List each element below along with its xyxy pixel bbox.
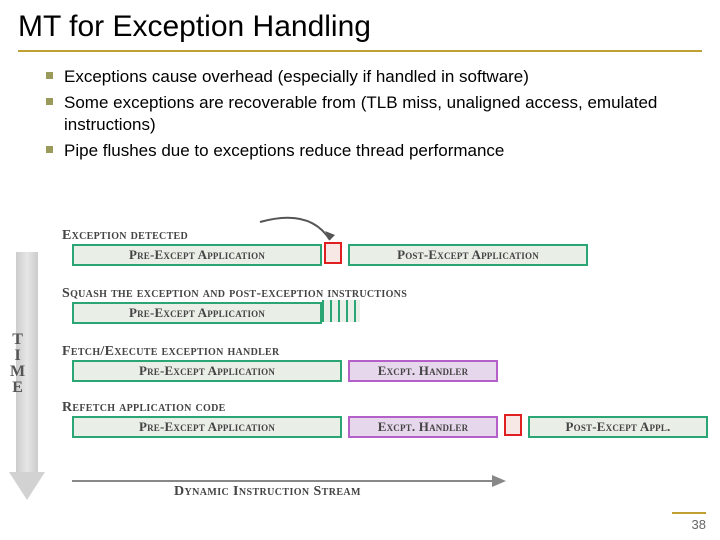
segment-text: Pre-Except Application [129,305,265,321]
segment-pre-application: Pre-Except Application [72,302,322,324]
pipeline-diagram: TIME Exception detected Pre-Except Appli… [10,228,710,508]
segment-text: Post-Except Appl. [565,419,670,435]
segment-text: Excpt. Handler [378,419,469,435]
segment-pre-application: Pre-Except Application [72,244,322,266]
segment-pre-application: Pre-Except Application [72,360,342,382]
dynamic-stream-arrow-icon [72,480,512,481]
title-underline [18,50,702,52]
segment-text: Pre-Except Application [139,363,275,379]
bullet-item: Pipe flushes due to exceptions reduce th… [46,140,698,162]
dynamic-stream-label: Dynamic Instruction Stream [174,484,361,500]
segment-text: Pre-Except Application [139,419,275,435]
segment-post-application: Post-Except Appl. [528,416,708,438]
page-number-rule [672,512,706,514]
bullet-item: Some exceptions are recoverable from (TL… [46,92,698,136]
slide-title: MT for Exception Handling [0,0,720,48]
segment-text: Post-Except Application [397,247,539,263]
segment-exception-handler: Excpt. Handler [348,360,498,382]
exception-marker-icon [504,414,522,436]
bullet-list: Exceptions cause overhead (especially if… [46,66,698,162]
page-number-wrap: 38 [672,512,706,532]
bullet-text: Exceptions cause overhead (especially if… [64,67,529,86]
bullet-square-icon [46,146,53,153]
exception-marker-icon [324,242,342,264]
stage-label: Exception detected [62,228,188,244]
bullet-text: Pipe flushes due to exceptions reduce th… [64,141,504,160]
segment-text: Pre-Except Application [129,247,265,263]
bullet-text: Some exceptions are recoverable from (TL… [64,93,657,134]
bullet-square-icon [46,98,53,105]
time-axis-label: TIME [10,332,25,396]
segment-post-application: Post-Except Application [348,244,588,266]
bullet-item: Exceptions cause overhead (especially if… [46,66,698,88]
stage-label: Refetch application code [62,400,226,416]
bullet-square-icon [46,72,53,79]
page-number: 38 [672,517,706,532]
segment-exception-handler: Excpt. Handler [348,416,498,438]
segment-squash-stripes [322,300,360,322]
segment-pre-application: Pre-Except Application [72,416,342,438]
segment-text: Excpt. Handler [378,363,469,379]
stage-label: Fetch/Execute exception handler [62,344,280,360]
